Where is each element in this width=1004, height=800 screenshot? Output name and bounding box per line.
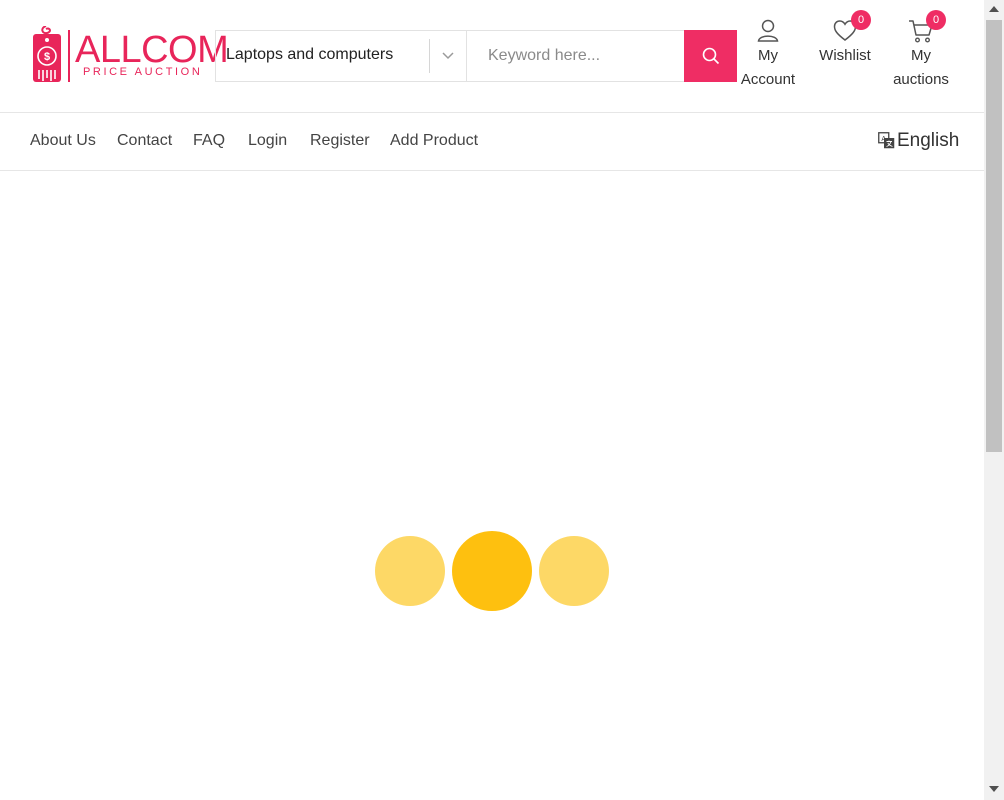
nav-faq[interactable]: FAQ (193, 132, 225, 150)
scroll-up-arrow-icon[interactable] (989, 6, 999, 12)
my-auctions-label-line1: My (911, 47, 931, 64)
search-bar: Laptops and computers (215, 30, 737, 82)
vertical-scrollbar[interactable] (984, 0, 1004, 800)
my-account-label-line2: Account (740, 71, 796, 88)
loader-dot-left (375, 536, 445, 606)
language-selector[interactable]: A English (878, 130, 959, 152)
category-separator (429, 39, 430, 73)
wishlist-link[interactable]: Wishlist 0 (816, 10, 874, 68)
my-auctions-link[interactable]: My auctions 0 (890, 10, 952, 92)
search-icon (702, 47, 719, 65)
main-nav: About Us Contact FAQ Login Register Add … (0, 113, 984, 171)
chevron-down-icon[interactable] (441, 49, 455, 63)
logo-subtitle: PRICE AUCTION (83, 66, 203, 78)
page: $ ALLCOM PRICE AUCTION Laptops and compu… (0, 0, 984, 800)
translate-icon: A (878, 132, 895, 149)
scroll-down-arrow-icon[interactable] (989, 786, 999, 792)
logo-title: ALLCOM (75, 29, 229, 71)
user-icon (757, 19, 779, 42)
my-auctions-label-line2: auctions (893, 71, 949, 88)
loader-dot-right (539, 536, 609, 606)
nav-contact[interactable]: Contact (117, 132, 172, 150)
nav-add-product[interactable]: Add Product (390, 132, 478, 150)
my-account-link[interactable]: My Account (740, 18, 796, 92)
wishlist-label: Wishlist (819, 47, 871, 64)
wishlist-count-badge: 0 (851, 10, 871, 30)
category-border (466, 31, 467, 81)
search-button[interactable] (684, 30, 737, 82)
my-account-label-line1: My (758, 47, 778, 64)
site-logo[interactable]: $ ALLCOM PRICE AUCTION (30, 26, 229, 86)
svg-text:A: A (881, 136, 886, 143)
category-select-value: Laptops and computers (226, 46, 394, 63)
language-label: English (897, 130, 960, 151)
scroll-thumb[interactable] (986, 20, 1002, 452)
nav-about-us[interactable]: About Us (30, 132, 96, 150)
nav-register[interactable]: Register (310, 132, 370, 150)
logo-divider (68, 30, 70, 82)
auctions-count-badge: 0 (926, 10, 946, 30)
keyword-search-input[interactable] (468, 31, 684, 81)
site-header: $ ALLCOM PRICE AUCTION Laptops and compu… (0, 0, 984, 113)
svg-text:$: $ (44, 51, 50, 63)
price-tag-icon: $ (33, 26, 61, 82)
loader-dot-center (452, 531, 532, 611)
category-select[interactable]: Laptops and computers (216, 31, 430, 81)
nav-login[interactable]: Login (248, 132, 287, 150)
